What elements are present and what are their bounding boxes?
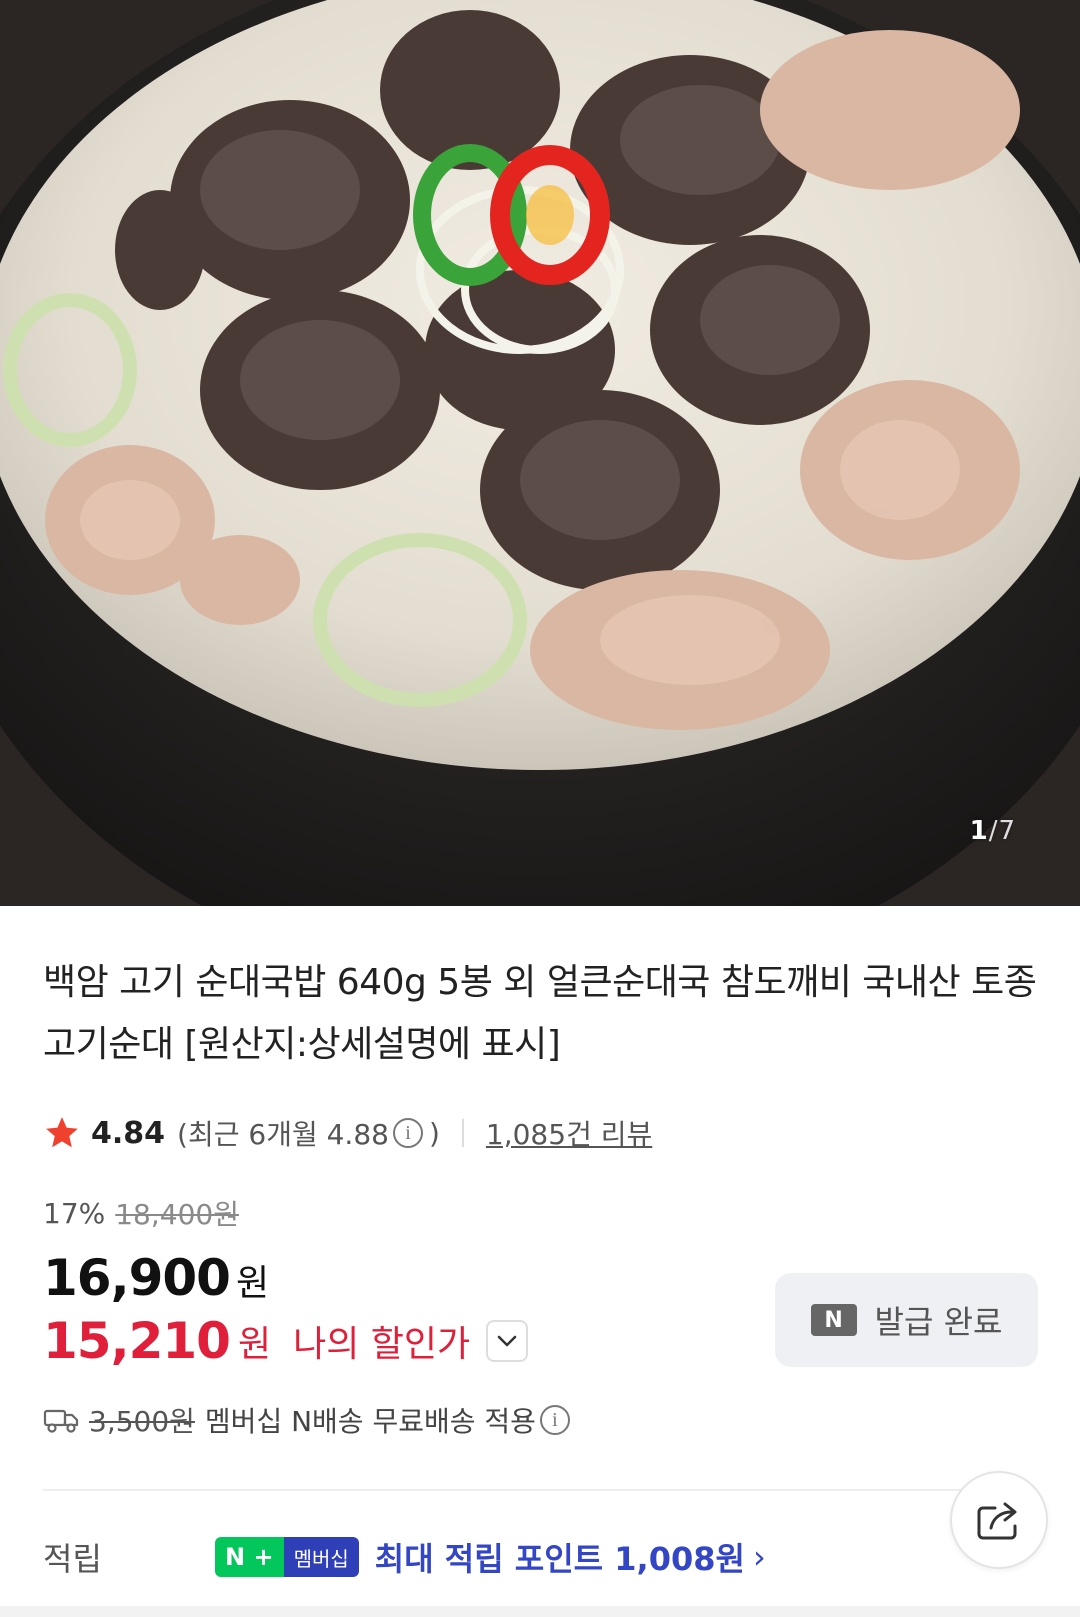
shipping-text: 멤버십 N배송 무료배송 적용 <box>204 1405 536 1438</box>
chevron-down-icon <box>497 1335 517 1347</box>
coupon-label: 발급 완료 <box>874 1303 1003 1341</box>
image-total: 7 <box>998 816 1016 846</box>
rating-row: 4.84 (최근 6개월 4.88 i ) 1,085건 리뷰 <box>43 1113 652 1153</box>
my-price-label: 나의 할인가 <box>293 1324 471 1365</box>
my-price: 15,210 <box>43 1312 231 1370</box>
review-count-link[interactable]: 1,085건 리뷰 <box>486 1113 652 1153</box>
naver-n-icon: N <box>810 1304 857 1336</box>
image-separator: / <box>988 816 999 846</box>
max-points-text: 최대 적립 포인트 1,008원 <box>374 1540 745 1578</box>
recent-rating-close: ) <box>428 1116 440 1150</box>
original-price: 18,400원 <box>115 1198 239 1231</box>
truck-icon <box>43 1409 79 1433</box>
discount-row: 17% 18,400원 <box>43 1193 239 1233</box>
star-icon <box>46 1117 78 1148</box>
points-row[interactable]: 적립 N + 멤버십 최대 적립 포인트 1,008원 › <box>43 1535 1003 1579</box>
nplus-membership-badge: N + 멤버십 <box>215 1537 359 1577</box>
points-label: 적립 <box>43 1540 102 1578</box>
section-gap <box>0 1606 1080 1617</box>
recent-rating-text: (최근 6개월 4.88 <box>177 1118 389 1151</box>
soup-illustration <box>0 0 1080 906</box>
divider <box>461 1119 464 1147</box>
sale-price-row: 16,900 원 <box>43 1249 269 1307</box>
product-title: 백암 고기 순대국밥 640g 5봉 외 얼큰순대국 참도깨비 국내산 토종고기… <box>43 962 1037 1065</box>
image-counter: 1/7 <box>970 816 1016 846</box>
my-price-expand-button[interactable] <box>486 1320 529 1362</box>
discount-rate: 17% <box>43 1196 106 1230</box>
sale-price: 16,900 <box>43 1249 231 1307</box>
my-price-unit: 원 <box>237 1324 272 1365</box>
my-price-row: 15,210 원 나의 할인가 <box>43 1312 529 1370</box>
shipping-original-fee: 3,500원 <box>89 1405 195 1438</box>
section-divider <box>43 1489 1037 1491</box>
shipping-row: 3,500원 멤버십 N배송 무료배송 적용 i <box>43 1400 576 1440</box>
coupon-button[interactable]: N 발급 완료 <box>775 1273 1038 1367</box>
nplus-badge: N + <box>215 1537 284 1577</box>
sale-price-unit: 원 <box>235 1263 270 1304</box>
chevron-right-icon: › <box>752 1538 766 1576</box>
recent-rating: (최근 6개월 4.88 i ) <box>177 1113 440 1153</box>
membership-badge: 멤버십 <box>283 1537 359 1577</box>
image-current: 1 <box>969 816 989 846</box>
info-icon[interactable]: i <box>539 1405 570 1435</box>
info-icon[interactable]: i <box>392 1118 423 1148</box>
product-image[interactable]: 1/7 <box>0 0 1080 906</box>
rating-score: 4.84 <box>91 1115 166 1151</box>
